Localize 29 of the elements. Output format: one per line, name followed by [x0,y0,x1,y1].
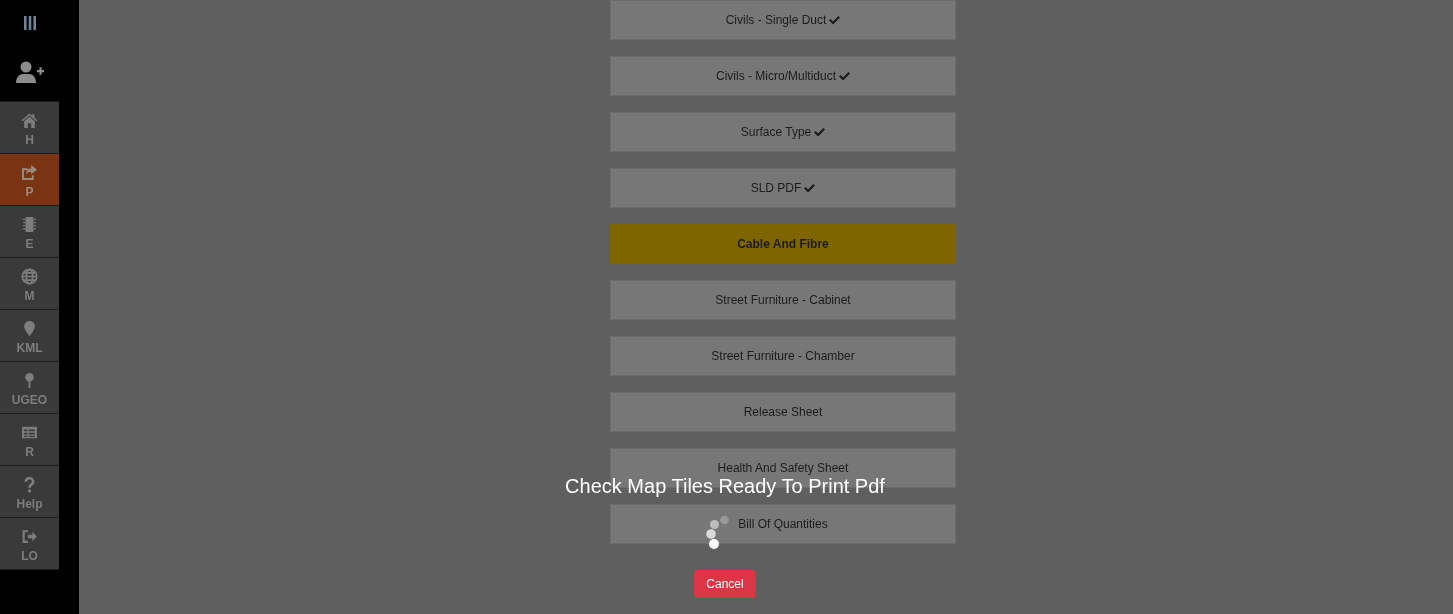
nav-item[interactable]: UGEO [0,362,59,414]
section-button[interactable]: Release Sheet [610,392,956,432]
menu-icon[interactable] [22,16,37,30]
nav-item[interactable]: Help [0,466,59,518]
nav-item[interactable]: P [0,154,59,206]
globe-icon [21,268,38,285]
chip-icon [21,216,38,233]
home-icon [21,112,38,129]
nav-item[interactable]: LO [0,518,59,570]
section-button[interactable]: Street Furniture - Chamber [610,336,956,376]
nav-item[interactable]: E [0,206,59,258]
cancel-button[interactable]: Cancel [694,570,756,598]
list-icon [21,424,38,441]
nav-item[interactable]: H [0,102,59,154]
section-button[interactable]: Surface Type [610,112,956,152]
section-button[interactable]: SLD PDF [610,168,956,208]
nav-item[interactable]: M [0,258,59,310]
map-marker-icon [21,320,38,337]
loading-spinner-icon [706,515,730,549]
sign-out-icon [21,528,38,545]
section-button[interactable]: Civils - Single Duct [610,0,956,40]
section-button[interactable]: Cable And Fibre [610,224,956,264]
nav-item[interactable]: R [0,414,59,466]
share-icon [21,164,38,181]
section-button[interactable]: Street Furniture - Cabinet [610,280,956,320]
add-user-icon[interactable] [15,61,44,83]
section-button[interactable]: Civils - Micro/Multiduct [610,56,956,96]
nav-item[interactable]: KML [0,310,59,362]
section-button[interactable]: Bill Of Quantities [610,504,956,544]
